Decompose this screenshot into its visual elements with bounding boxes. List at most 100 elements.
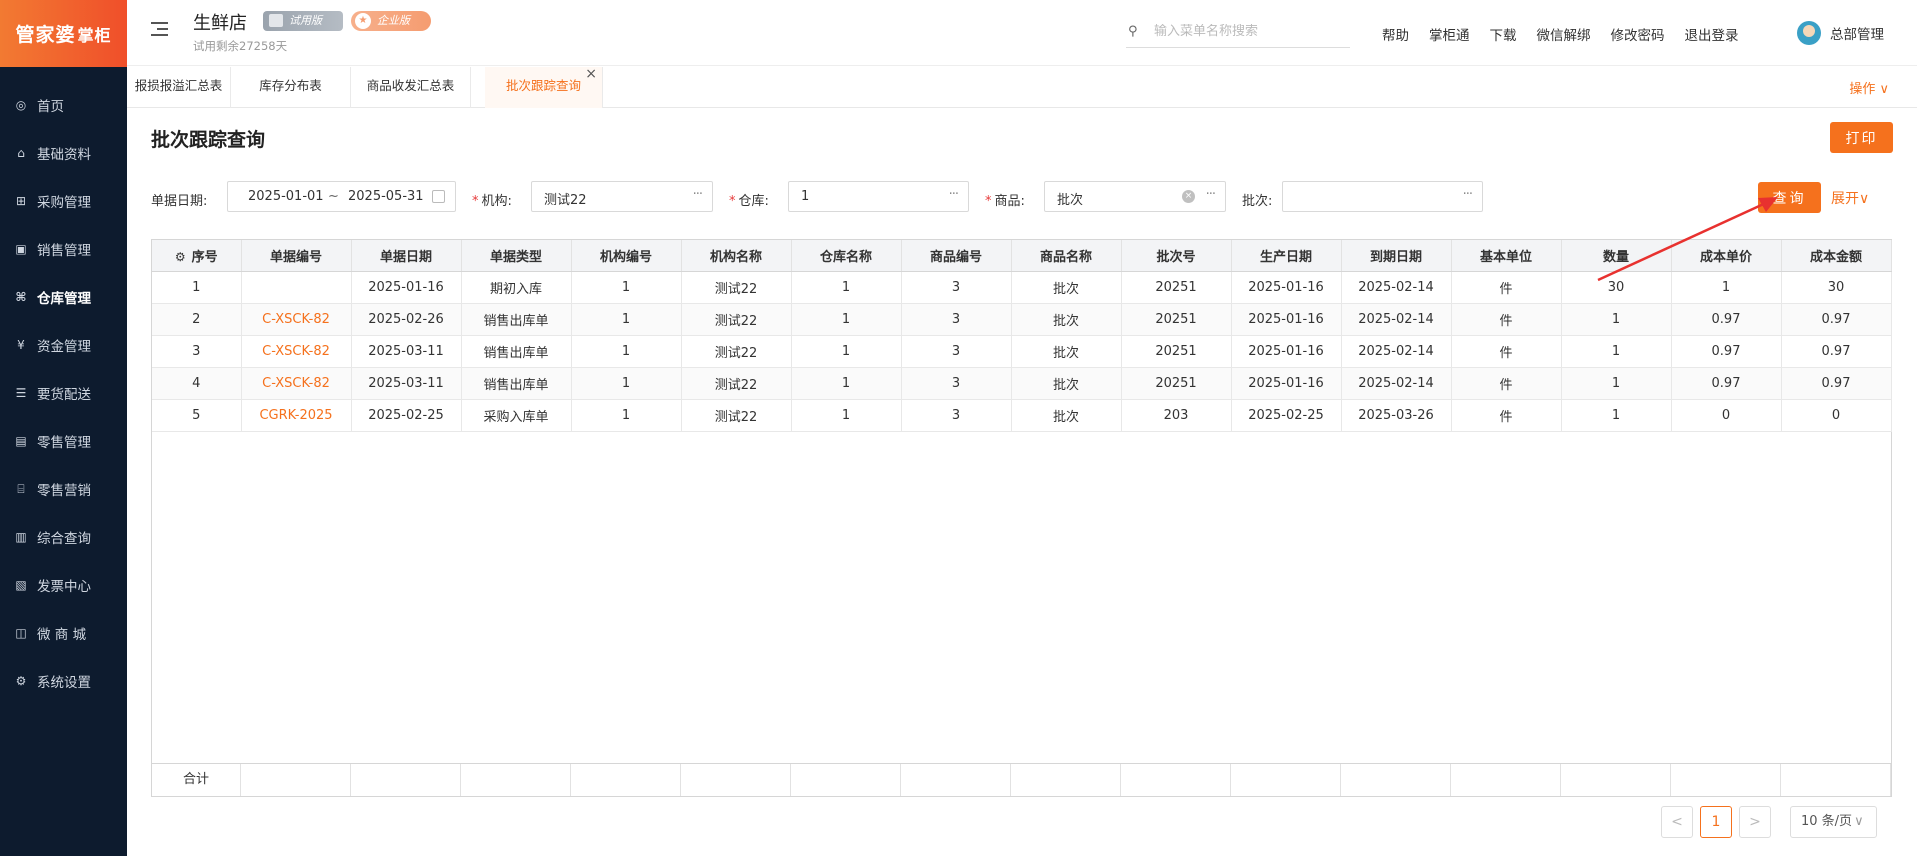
document-number-link[interactable]: C-XSCK-82 bbox=[241, 367, 352, 400]
avatar bbox=[1797, 21, 1821, 45]
total-cell bbox=[1671, 764, 1781, 796]
table-cell: 测试22 bbox=[681, 271, 792, 304]
document-number-link[interactable]: C-XSCK-82 bbox=[241, 335, 352, 368]
header-link-5[interactable]: 退出登录 bbox=[1685, 24, 1739, 44]
next-page-button[interactable]: > bbox=[1739, 806, 1771, 838]
money-icon: ¥ bbox=[17, 338, 25, 352]
tab-stock-distribution[interactable]: 库存分布表 bbox=[231, 67, 351, 108]
table-cell: 1 bbox=[1671, 271, 1782, 304]
total-cell bbox=[1561, 764, 1671, 796]
total-cell bbox=[681, 764, 791, 796]
table-cell: 2025-01-16 bbox=[351, 271, 462, 304]
table-cell: 2025-01-16 bbox=[1231, 271, 1342, 304]
date-to: 2025-05-31 bbox=[348, 189, 424, 204]
column-header: 成本金额 bbox=[1781, 240, 1892, 272]
table-row[interactable]: 2 C-XSCK-82 2025-02-26 销售出库单 1 测试22 1 3 批次 20251 2… bbox=[152, 303, 1892, 336]
column-settings-icon[interactable]: ⚙ bbox=[175, 250, 186, 264]
tab-loss-overflow-summary[interactable]: 报损报溢汇总表 bbox=[127, 67, 231, 108]
page-number-button[interactable]: 1 bbox=[1700, 806, 1732, 838]
sidebar-item-12[interactable]: ⚙ 系统设置 bbox=[0, 657, 127, 705]
trial-badge-text: 试用版 bbox=[289, 14, 322, 27]
table-row[interactable]: 1 2025-01-16 期初入库 1 测试22 1 3 批次 20251 2025-01-16 2… bbox=[152, 271, 1892, 304]
logo-main-text: 管家婆 bbox=[15, 24, 76, 46]
column-header-label: 单据编号 bbox=[269, 249, 322, 265]
sidebar-item-6[interactable]: ☰ 要货配送 bbox=[0, 369, 127, 417]
sidebar-item-1[interactable]: ⌂ 基础资料 bbox=[0, 129, 127, 177]
logo-sub-text: 掌柜 bbox=[77, 25, 112, 45]
gear-icon: ⚙ bbox=[15, 674, 27, 688]
date-range-picker[interactable]: 2025-01-01 ~ 2025-05-31 bbox=[227, 181, 456, 212]
close-icon[interactable]: × bbox=[585, 55, 597, 93]
table-cell: 0.97 bbox=[1781, 335, 1892, 368]
sidebar-item-5[interactable]: ¥ 资金管理 bbox=[0, 321, 127, 369]
document-number-link[interactable]: C-XSCK-82 bbox=[241, 303, 352, 336]
table-body: 1 2025-01-16 期初入库 1 测试22 1 3 批次 20251 2025-01-16 2… bbox=[152, 271, 1892, 432]
table-cell: 2025-01-16 bbox=[1231, 367, 1342, 400]
tab-batch-tracking[interactable]: 批次跟踪查询 × bbox=[485, 66, 603, 108]
page-tabs: 报损报溢汇总表 库存分布表 商品收发汇总表 批次跟踪查询 × 操作 ∨ bbox=[127, 66, 1917, 108]
tab-goods-flow-summary[interactable]: 商品收发汇总表 bbox=[351, 67, 471, 108]
warehouse-selector[interactable]: 1 ··· bbox=[788, 181, 969, 212]
table-cell: 0.97 bbox=[1781, 367, 1892, 400]
column-header-label: 商品编号 bbox=[929, 249, 982, 265]
table-row[interactable]: 4 C-XSCK-82 2025-03-11 销售出库单 1 测试22 1 3 批次 20251 2… bbox=[152, 367, 1892, 400]
header-link-3[interactable]: 微信解绑 bbox=[1537, 24, 1591, 44]
header-link-4[interactable]: 修改密码 bbox=[1611, 24, 1665, 44]
header-link-2[interactable]: 下载 bbox=[1490, 24, 1517, 44]
menu-search-input[interactable] bbox=[1154, 24, 1344, 39]
org-selector[interactable]: 测试22 ··· bbox=[531, 181, 713, 212]
sidebar: 管家婆 掌柜 ◎ 首页 ⌂ 基础资料 ⊞ 采购管理 ▣ 销售管理 ⌘ 仓库管理 ¥ 资金管理 ☰ 要货配送 ▤… bbox=[0, 0, 127, 856]
table-cell: 0.97 bbox=[1671, 335, 1782, 368]
sidebar-item-8[interactable]: ⌸ 零售营销 bbox=[0, 465, 127, 513]
clear-icon[interactable]: × bbox=[1182, 190, 1195, 203]
table-cell: 0 bbox=[1671, 399, 1782, 432]
menu-toggle-icon[interactable] bbox=[151, 22, 168, 36]
expand-filters-toggle[interactable]: 展开∨ bbox=[1831, 188, 1869, 208]
page-size-select[interactable]: 10 条/页 ∨ bbox=[1790, 806, 1877, 838]
store-name: 生鲜店 bbox=[193, 13, 247, 34]
brand-logo: 管家婆 掌柜 bbox=[0, 0, 127, 67]
sidebar-item-11[interactable]: ◫ 微 商 城 bbox=[0, 609, 127, 657]
sidebar-item-9[interactable]: ▥ 综合查询 bbox=[0, 513, 127, 561]
sidebar-item-7[interactable]: ▤ 零售管理 bbox=[0, 417, 127, 465]
document-number-link[interactable]: CGRK-2025 bbox=[241, 399, 352, 432]
sidebar-item-label: 仓库管理 bbox=[37, 291, 91, 307]
sidebar-item-3[interactable]: ▣ 销售管理 bbox=[0, 225, 127, 273]
goods-selector[interactable]: 批次 × ··· bbox=[1044, 181, 1226, 212]
query-button[interactable]: 查询 bbox=[1758, 182, 1821, 213]
column-header-label: 数量 bbox=[1602, 249, 1629, 265]
batch-selector[interactable]: ··· bbox=[1282, 181, 1483, 212]
column-header-label: 单据日期 bbox=[379, 249, 432, 265]
table-row[interactable]: 3 C-XSCK-82 2025-03-11 销售出库单 1 测试22 1 3 批次 20251 2… bbox=[152, 335, 1892, 368]
more-icon[interactable]: ··· bbox=[949, 187, 959, 202]
top-header: 生鲜店 试用版 ★ 企业版 试用剩余27258天 ⚲ 帮助掌柜通下载微信解绑修改密… bbox=[127, 0, 1917, 66]
sidebar-item-10[interactable]: ▧ 发票中心 bbox=[0, 561, 127, 609]
header-link-0[interactable]: 帮助 bbox=[1382, 24, 1409, 44]
calendar-icon bbox=[432, 190, 445, 203]
total-cell bbox=[791, 764, 901, 796]
table-row[interactable]: 5 CGRK-2025 2025-02-25 采购入库单 1 测试22 1 3 批次 203 202… bbox=[152, 399, 1892, 432]
column-header: 单据编号 bbox=[241, 240, 352, 272]
more-icon[interactable]: ··· bbox=[693, 187, 703, 202]
table-cell: 0 bbox=[1781, 399, 1892, 432]
more-icon[interactable]: ··· bbox=[1206, 187, 1216, 202]
user-menu[interactable]: 总部管理 bbox=[1797, 21, 1884, 45]
sidebar-item-4[interactable]: ⌘ 仓库管理 bbox=[0, 273, 127, 321]
column-header-label: 仓库名称 bbox=[819, 249, 872, 265]
prev-page-button[interactable]: < bbox=[1661, 806, 1693, 838]
more-icon[interactable]: ··· bbox=[1463, 187, 1473, 202]
trial-remaining: 试用剩余27258天 bbox=[193, 39, 288, 53]
sidebar-item-label: 基础资料 bbox=[37, 147, 91, 163]
chart-icon: ▥ bbox=[15, 530, 27, 544]
tab-label: 批次跟踪查询 bbox=[505, 78, 581, 93]
sidebar-item-0[interactable]: ◎ 首页 bbox=[0, 81, 127, 129]
table-cell: 2025-02-25 bbox=[1231, 399, 1342, 432]
sidebar-item-label: 零售管理 bbox=[37, 435, 91, 451]
sidebar-item-2[interactable]: ⊞ 采购管理 bbox=[0, 177, 127, 225]
total-cell bbox=[351, 764, 461, 796]
operations-menu[interactable]: 操作 ∨ bbox=[1849, 78, 1889, 97]
header-link-1[interactable]: 掌柜通 bbox=[1429, 24, 1470, 44]
table-cell: 1 bbox=[791, 271, 902, 304]
print-button[interactable]: 打印 bbox=[1830, 122, 1893, 153]
document-number-link[interactable] bbox=[241, 271, 352, 304]
